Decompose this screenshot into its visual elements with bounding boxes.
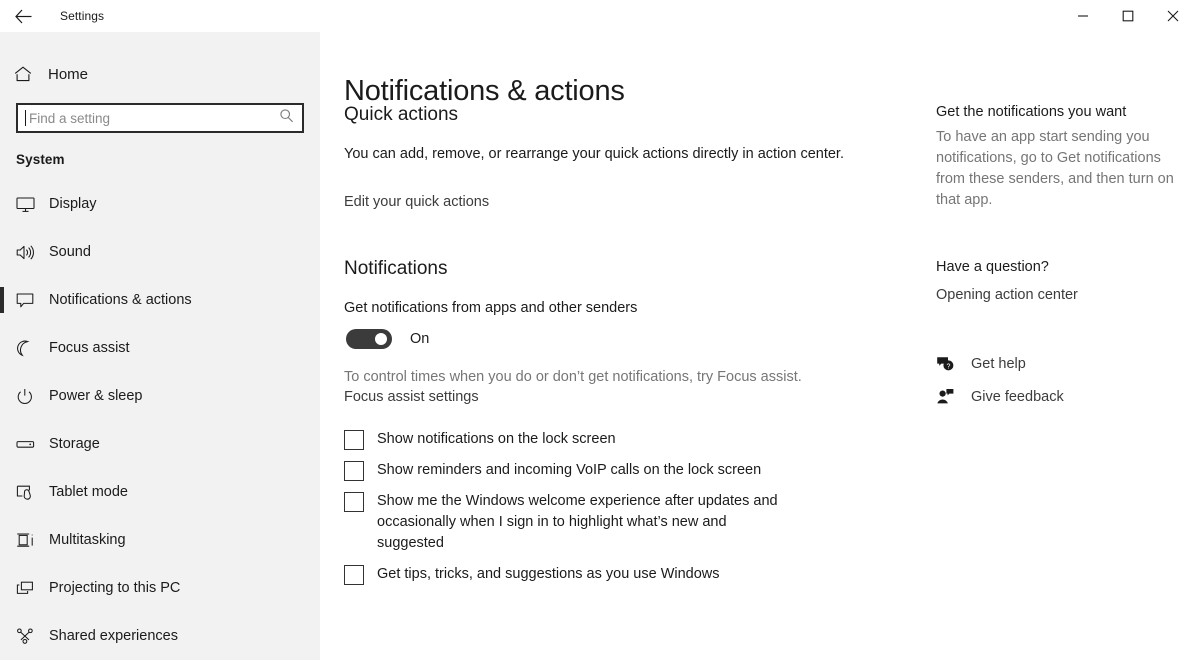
give-feedback-label: Give feedback	[971, 389, 1064, 405]
quick-actions-description: You can add, remove, or rearrange your q…	[344, 144, 904, 164]
feedback-person-icon	[936, 388, 964, 405]
search-container	[0, 91, 320, 133]
checkbox-welcome-experience[interactable]	[344, 492, 364, 512]
minimize-button[interactable]	[1060, 0, 1105, 32]
notifications-toggle-label: Get notifications from apps and other se…	[344, 298, 904, 318]
notifications-heading: Notifications	[344, 258, 904, 280]
share-nodes-icon	[16, 628, 46, 645]
search-icon[interactable]	[279, 108, 294, 128]
sidebar-item-shared-experiences[interactable]: Shared experiences	[0, 612, 320, 660]
sidebar-item-multitasking[interactable]: Multitasking	[0, 516, 320, 564]
sidebar-item-power-and-sleep[interactable]: Power & sleep	[0, 372, 320, 420]
tip-body: To have an app start sending you notific…	[936, 127, 1186, 211]
speech-bubble-icon	[16, 292, 46, 309]
sidebar-item-label: Multitasking	[49, 532, 126, 548]
sidebar-item-label: Storage	[49, 436, 100, 452]
tip-heading: Get the notifications you want	[936, 104, 1186, 120]
checkbox-lock-screen-notifications[interactable]	[344, 430, 364, 450]
sidebar-home-label: Home	[48, 66, 88, 83]
window-controls	[1060, 0, 1195, 32]
speaker-icon	[16, 244, 46, 261]
related-info-panel: Get the notifications you want To have a…	[936, 104, 1186, 421]
window-title: Settings	[60, 9, 104, 23]
toggle-state-label: On	[410, 331, 429, 347]
sidebar-item-projecting-to-this-pc[interactable]: Projecting to this PC	[0, 564, 320, 612]
sidebar-item-display[interactable]: Display	[0, 180, 320, 228]
back-button[interactable]	[0, 0, 46, 32]
title-bar: Settings	[0, 0, 1195, 32]
sidebar-item-sound[interactable]: Sound	[0, 228, 320, 276]
moon-icon	[16, 340, 46, 357]
close-button[interactable]	[1150, 0, 1195, 32]
checkbox-label: Show reminders and incoming VoIP calls o…	[377, 460, 761, 481]
get-help-link[interactable]: ? Get help	[936, 355, 1186, 372]
power-icon	[16, 388, 46, 405]
sidebar-item-storage[interactable]: Storage	[0, 420, 320, 468]
quick-actions-heading: Quick actions	[344, 104, 904, 126]
sidebar-item-label: Display	[49, 196, 97, 212]
sidebar: Home System	[0, 32, 320, 660]
sidebar-item-label: Power & sleep	[49, 388, 143, 404]
search-box[interactable]	[16, 103, 304, 133]
multitasking-icon	[16, 532, 46, 549]
search-input[interactable]	[18, 105, 302, 131]
maximize-button[interactable]	[1105, 0, 1150, 32]
checkbox-row-lock-screen-notifications[interactable]: Show notifications on the lock screen	[344, 429, 904, 450]
checkbox-label: Get tips, tricks, and suggestions as you…	[377, 564, 720, 585]
checkbox-row-tips-and-tricks[interactable]: Get tips, tricks, and suggestions as you…	[344, 564, 904, 585]
checkbox-row-welcome-experience[interactable]: Show me the Windows welcome experience a…	[344, 491, 904, 554]
sidebar-item-home[interactable]: Home	[0, 57, 320, 91]
checkbox-label: Show me the Windows welcome experience a…	[377, 491, 792, 554]
give-feedback-link[interactable]: Give feedback	[936, 388, 1186, 405]
sidebar-item-label: Focus assist	[49, 340, 130, 356]
sidebar-item-focus-assist[interactable]: Focus assist	[0, 324, 320, 372]
notifications-toggle-row: On	[346, 329, 904, 349]
sidebar-nav-list: Display Sound	[0, 180, 320, 660]
sidebar-item-label: Notifications & actions	[49, 292, 192, 308]
sidebar-item-notifications-and-actions[interactable]: Notifications & actions	[0, 276, 320, 324]
sidebar-item-tablet-mode[interactable]: Tablet mode	[0, 468, 320, 516]
focus-assist-settings-link[interactable]: Focus assist settings	[344, 387, 479, 407]
get-notifications-toggle[interactable]	[346, 329, 392, 349]
monitor-icon	[16, 196, 46, 213]
sidebar-item-label: Shared experiences	[49, 628, 178, 644]
help-links-list: ? Get help Give feedback	[936, 355, 1186, 405]
tablet-touch-icon	[16, 484, 46, 501]
opening-action-center-link[interactable]: Opening action center	[936, 285, 1078, 305]
main-content: Notifications & actions Quick actions Yo…	[320, 32, 1195, 660]
settings-column: Quick actions You can add, remove, or re…	[344, 104, 904, 595]
toggle-knob	[375, 333, 387, 345]
edit-quick-actions-link[interactable]: Edit your quick actions	[344, 192, 489, 212]
home-icon	[14, 66, 44, 82]
text-caret	[25, 110, 26, 126]
get-help-label: Get help	[971, 356, 1026, 372]
checkbox-tips-and-tricks[interactable]	[344, 565, 364, 585]
sidebar-group-title: System	[0, 133, 320, 167]
drive-icon	[16, 436, 46, 453]
sidebar-item-label: Projecting to this PC	[49, 580, 180, 596]
help-bubble-icon: ?	[936, 355, 964, 372]
checkbox-label: Show notifications on the lock screen	[377, 429, 616, 450]
focus-assist-note: To control times when you do or don’t ge…	[344, 367, 904, 387]
checkbox-voip-lock-screen[interactable]	[344, 461, 364, 481]
checkbox-row-voip-lock-screen[interactable]: Show reminders and incoming VoIP calls o…	[344, 460, 904, 481]
sidebar-item-label: Tablet mode	[49, 484, 128, 500]
notification-checkbox-list: Show notifications on the lock screen Sh…	[344, 429, 904, 585]
sidebar-item-label: Sound	[49, 244, 91, 260]
settings-window: Settings Home	[0, 0, 1195, 660]
svg-text:?: ?	[946, 363, 950, 370]
project-screen-icon	[16, 580, 46, 597]
question-heading: Have a question?	[936, 259, 1186, 275]
